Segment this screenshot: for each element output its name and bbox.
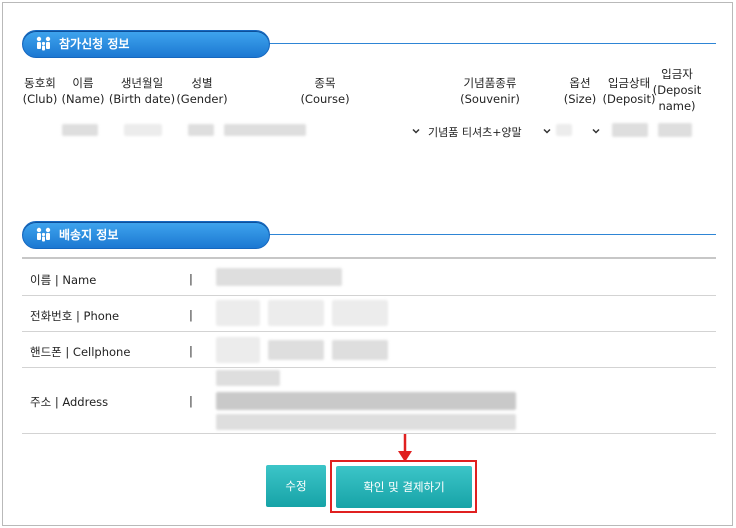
edit-button[interactable]: 수정 [266,465,326,507]
field-label-name: 이름 | Name [30,273,97,287]
field-separator: | [189,308,193,322]
section-title-pill: 참가신청 정보 [22,30,270,58]
column-header-deposit: 입금상태 (Deposit) [602,76,656,106]
gender-value-blurred [188,124,214,136]
chevron-down-icon[interactable] [543,127,551,135]
phone-part2-blurred[interactable] [268,300,324,326]
row-divider [22,433,716,434]
form-top-border [22,257,716,259]
section-title: 배송지 정보 [59,228,119,242]
cellphone-part3-blurred[interactable] [332,340,388,360]
confirm-and-pay-button[interactable]: 확인 및 결제하기 [336,466,472,508]
column-header-name: 이름 (Name) [61,76,105,106]
field-label-address: 주소 | Address [30,395,109,409]
column-header-gender: 성별 (Gender) [176,76,228,106]
shipping-section-header: 배송지 정보 [22,221,716,249]
row-divider [22,295,716,296]
field-separator: | [189,344,193,358]
column-header-birth-date: 생년월일 (Birth date) [108,76,176,106]
participation-section-header: 참가신청 정보 [22,30,716,58]
chevron-down-icon[interactable] [592,127,600,135]
column-header-club: 동호회 (Club) [22,76,58,106]
address1-field-blurred[interactable] [216,392,516,410]
name-value-blurred [62,124,98,136]
field-separator: | [189,394,193,408]
cellphone-part1-blurred[interactable] [216,337,260,363]
phone-part3-blurred[interactable] [332,300,388,326]
deposit-value-blurred [612,123,648,137]
size-select-blurred[interactable] [556,124,572,136]
field-label-cellphone: 핸드폰 | Cellphone [30,345,131,359]
birth-date-value-blurred [124,124,162,136]
souvenir-select[interactable]: 기념품 티셔츠+양말 [428,124,522,140]
family-icon [36,227,51,242]
column-header-course: 종목 (Course) [300,76,350,106]
section-divider-line [262,234,716,235]
chevron-down-icon[interactable] [412,127,420,135]
name-field-blurred[interactable] [216,268,342,286]
phone-part1-blurred[interactable] [216,300,260,326]
course-value-blurred [224,124,306,136]
column-header-deposit-name: 입금자 (Deposit name) [652,67,702,113]
family-icon [36,36,51,51]
column-header-souvenir: 기념품종류 (Souvenir) [460,76,520,106]
postcode-field-blurred[interactable] [216,370,280,386]
section-title: 참가신청 정보 [59,37,130,51]
section-divider-line [262,43,716,44]
field-separator: | [189,272,193,286]
row-divider [22,331,716,332]
deposit-name-value-blurred [658,123,692,137]
column-header-size: 옵션 (Size) [563,76,597,106]
section-title-pill: 배송지 정보 [22,221,270,249]
field-label-phone: 전화번호 | Phone [30,309,120,323]
row-divider [22,367,716,368]
address2-field-blurred[interactable] [216,414,516,430]
cellphone-part2-blurred[interactable] [268,340,324,360]
